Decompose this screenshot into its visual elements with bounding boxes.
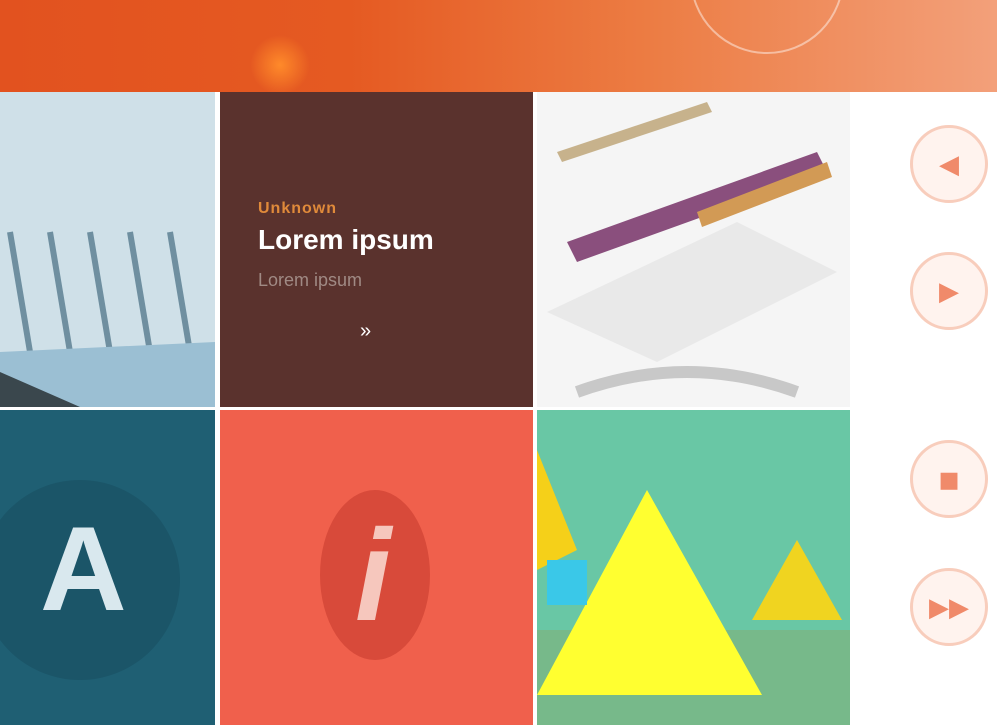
next-icon: ▶▶	[929, 591, 969, 622]
landscape-illustration	[537, 410, 850, 725]
info-tile[interactable]: i	[220, 410, 533, 725]
info-icon: i	[355, 502, 392, 648]
building-illustration	[0, 92, 215, 407]
header-ring	[690, 0, 844, 54]
featured-card-tile[interactable]: Unknown Lorem ipsum Lorem ipsum »	[220, 92, 533, 407]
arrow-icon[interactable]: »	[360, 320, 371, 343]
play-icon: ▶	[939, 275, 959, 306]
header-glow	[250, 35, 310, 92]
pencils-illustration	[537, 92, 850, 407]
letter-a-icon: A	[40, 502, 127, 636]
letter-a-tile[interactable]: A	[0, 410, 215, 725]
pencils-photo-tile[interactable]	[537, 92, 850, 407]
media-control-sidebar: ◀ ▶ ◼ ▶▶	[858, 92, 997, 725]
prev-button[interactable]: ◀	[910, 125, 988, 203]
landscape-tile[interactable]	[537, 410, 850, 725]
card-kicker: Unknown	[258, 200, 337, 217]
play-button[interactable]: ▶	[910, 252, 988, 330]
stop-button[interactable]: ◼	[910, 440, 988, 518]
building-photo-tile[interactable]	[0, 92, 215, 407]
stop-icon: ◼	[938, 463, 960, 494]
previous-icon: ◀	[939, 148, 959, 179]
header-banner	[0, 0, 997, 92]
next-button[interactable]: ▶▶	[910, 568, 988, 646]
card-title: Lorem ipsum	[258, 224, 434, 255]
card-subtitle: Lorem ipsum	[258, 270, 363, 290]
